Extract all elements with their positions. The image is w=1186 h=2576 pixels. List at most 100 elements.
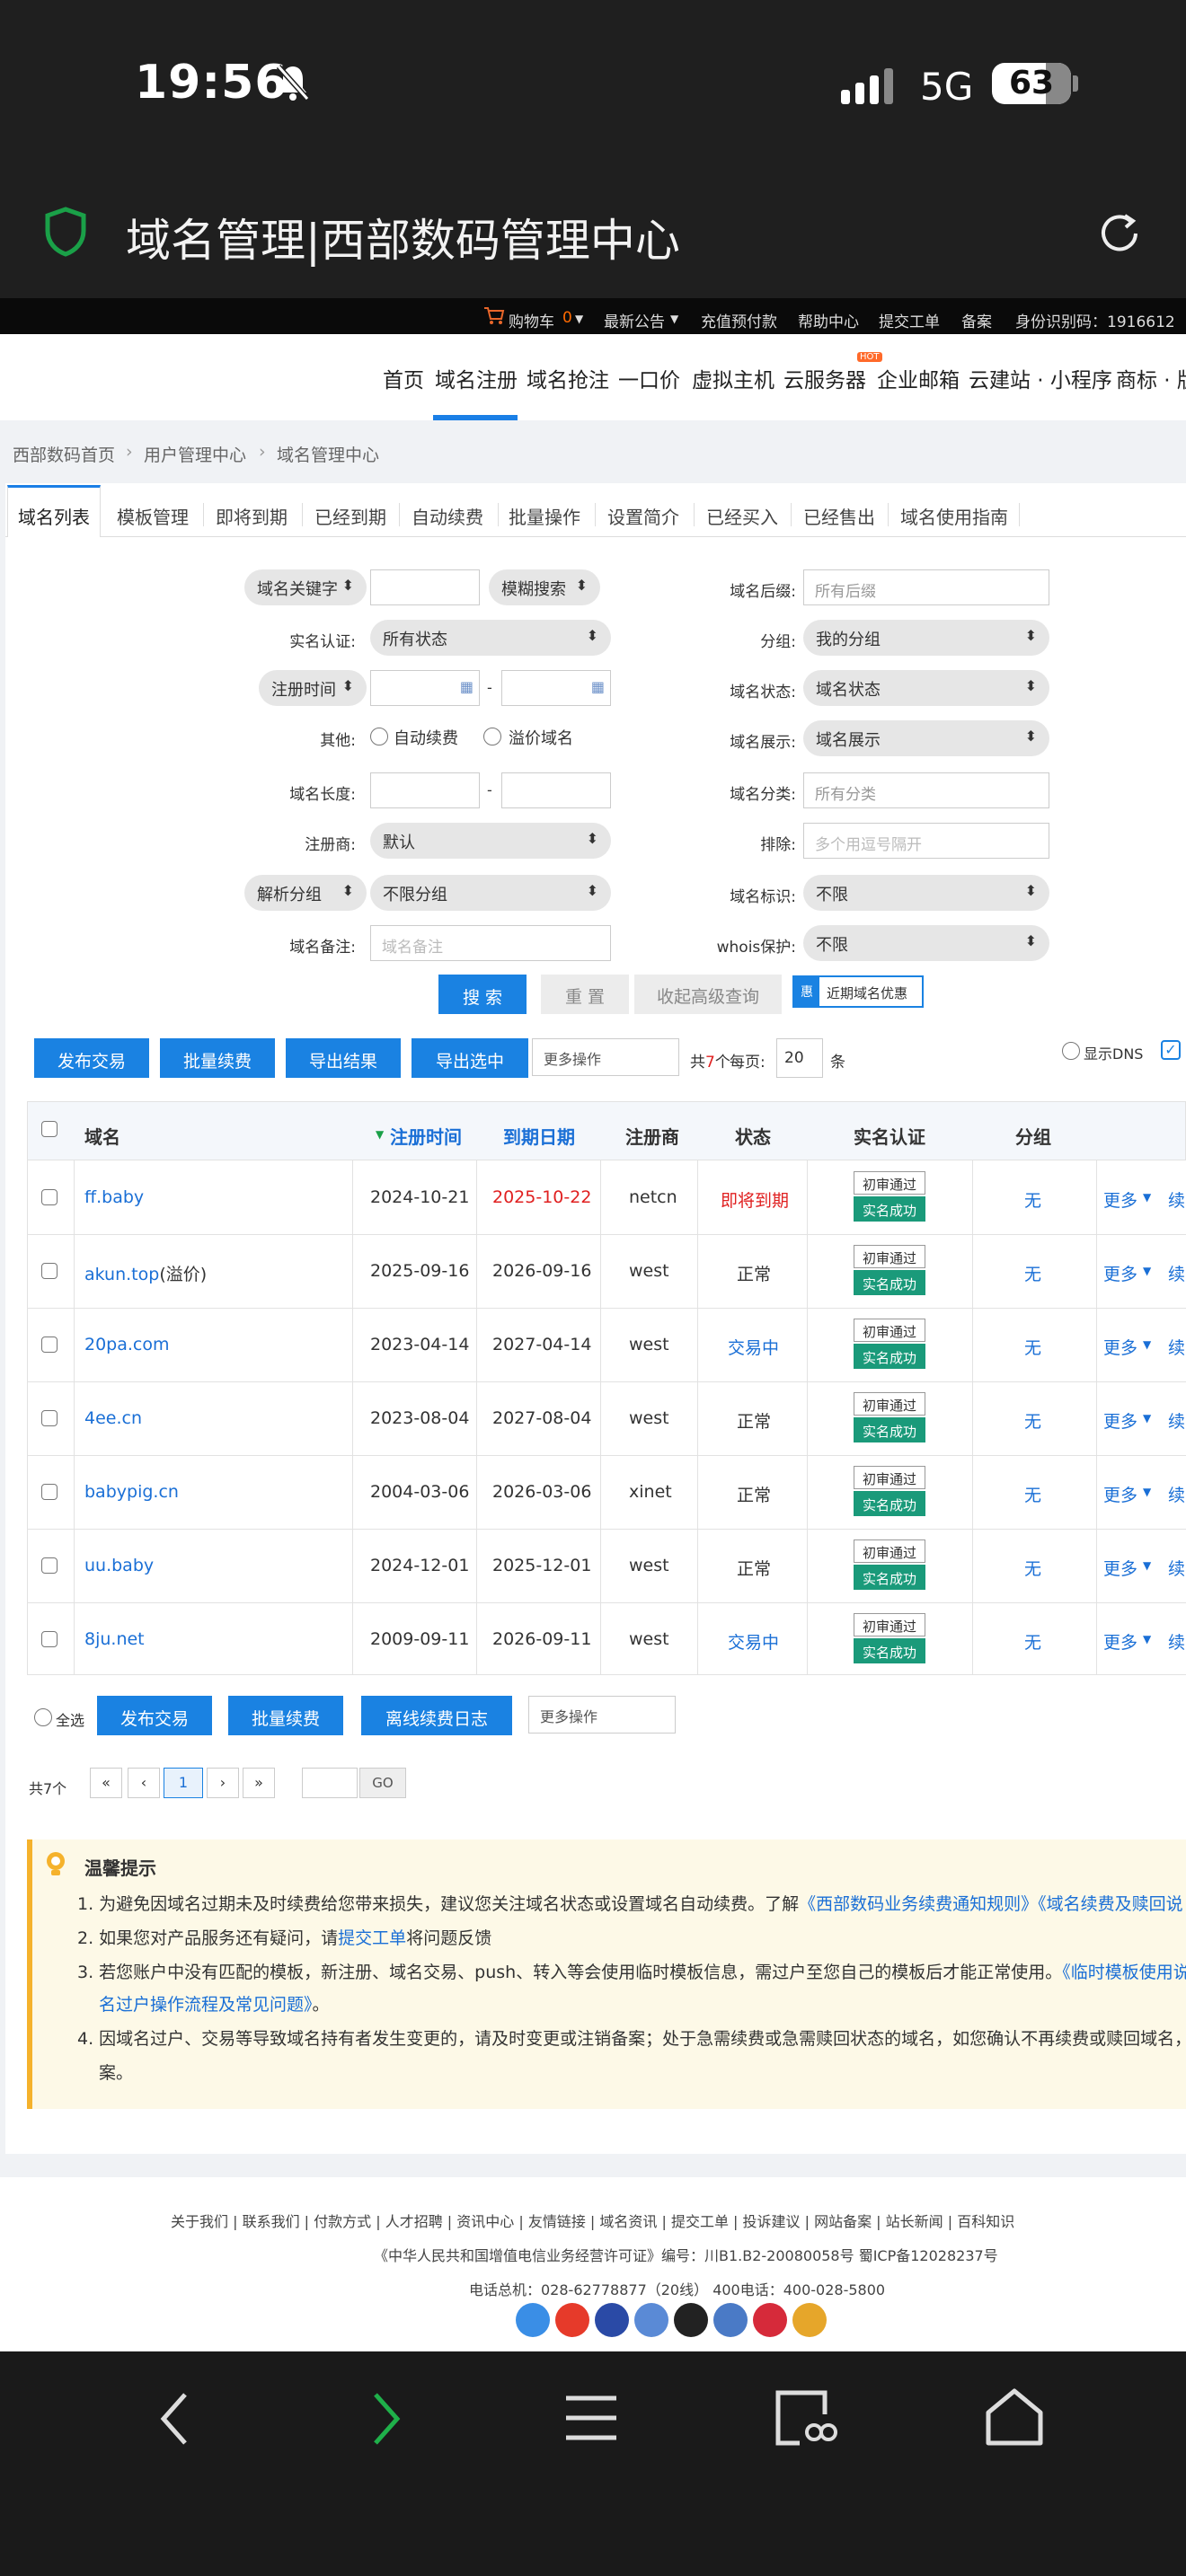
transfer-guide-link[interactable]: 名过户操作流程及常见问题》 [99,1995,313,2015]
tab-auto-renew[interactable]: 自动续费 [412,503,483,529]
tab-bought[interactable]: 已经买入 [706,503,778,529]
domain-link[interactable]: 4ee.cn [84,1408,142,1428]
whois-select[interactable]: 不限 ⬍ [803,925,1049,961]
date-from-input[interactable]: ▦ [370,670,480,706]
more-link[interactable]: 更多 [1103,1482,1137,1506]
home-icon[interactable] [983,2386,1046,2452]
suffix-input[interactable]: 所有后缀 [803,569,1049,605]
nav-cloud-server[interactable]: 云服务器 [783,363,866,393]
nav-enterprise-mail[interactable]: 企业邮箱 [877,363,960,393]
more-dropdown-icon[interactable]: ▼ [1143,1265,1151,1277]
forward-icon[interactable] [363,2389,408,2452]
more-ops-select[interactable]: 更多操作 [532,1038,679,1076]
group-value[interactable]: 无 [1024,1556,1041,1580]
domain-link[interactable]: babypig.cn [84,1482,179,1502]
group-value[interactable]: 无 [1024,1629,1041,1654]
sort-icon[interactable]: ▼ [376,1128,384,1141]
shield-badge-icon[interactable] [792,2303,827,2337]
renew-link[interactable]: 续 [1168,1408,1185,1433]
page-prev[interactable]: ‹ [128,1768,160,1798]
renew-link[interactable]: 续 [1168,1261,1185,1285]
announce-link[interactable]: 最新公告 [604,309,665,331]
registrar-select[interactable]: 默认 ⬍ [370,823,611,859]
fzp-badge-icon[interactable] [753,2303,787,2337]
domain-link[interactable]: 8ju.net [84,1629,145,1649]
time-type-select[interactable]: 注册时间 ⬍ [259,670,367,706]
status-select[interactable]: 域名状态 ⬍ [803,670,1049,706]
tab-expiring[interactable]: 即将到期 [216,503,288,529]
match-mode-select[interactable]: 模糊搜索 ⬍ [489,569,600,605]
cart-dropdown-icon[interactable]: ▼ [575,313,583,325]
tab-guide[interactable]: 域名使用指南 [900,503,1008,529]
tabs-icon[interactable] [773,2387,848,2452]
per-page-input[interactable]: 20 [776,1038,823,1078]
keyword-type-select[interactable]: 域名关键字 ⬍ [244,569,367,605]
tab-expired[interactable]: 已经到期 [314,503,386,529]
ticket-link[interactable]: 提交工单 [879,309,940,331]
tab-template[interactable]: 模板管理 [117,503,189,529]
nav-trademark[interactable]: 商标 · 版 [1116,363,1186,393]
collapse-query-button[interactable]: 收起高级查询 [634,975,782,1014]
row-checkbox[interactable] [41,1189,58,1205]
group-value[interactable]: 无 [1024,1261,1041,1285]
tab-batch-ops[interactable]: 批量操作 [509,503,580,529]
cyber-police-icon[interactable] [634,2303,668,2337]
more-link[interactable]: 更多 [1103,1335,1137,1359]
show-dns-checkbox[interactable] [1062,1042,1080,1060]
service-icon[interactable] [713,2303,748,2337]
network-police-icon[interactable] [595,2303,629,2337]
select-all-checkbox[interactable] [34,1708,52,1726]
calendar-icon[interactable]: ▦ [591,678,605,695]
page-first[interactable]: « [90,1768,122,1798]
resolve-group-select[interactable]: 不限分组 ⬍ [370,875,611,911]
nav-domain-register[interactable]: 域名注册 [435,363,518,393]
search-button[interactable]: 搜 索 [438,975,527,1014]
mark-select[interactable]: 不限 ⬍ [803,875,1049,911]
more-ops-select-bottom[interactable]: 更多操作 [528,1696,676,1734]
renew-link[interactable]: 续 [1168,1482,1185,1506]
menu-icon[interactable] [562,2391,620,2448]
batch-renew-button[interactable]: 批量续费 [160,1038,275,1078]
announce-dropdown-icon[interactable]: ▼ [670,313,678,325]
submit-ticket-link[interactable]: 提交工单 [338,1928,406,1948]
temp-template-link[interactable]: 《临时模板使用说 [1062,1963,1186,1982]
cart-link[interactable]: 购物车 [509,309,554,331]
help-link[interactable]: 帮助中心 [798,309,859,331]
publish-trade-button-bottom[interactable]: 发布交易 [97,1696,212,1735]
realname-select[interactable]: 所有状态 ⬍ [370,620,611,656]
penguin-icon[interactable] [674,2303,708,2337]
page-jump-input[interactable] [302,1768,358,1798]
keyword-input[interactable] [370,569,480,605]
renew-link[interactable]: 续 [1168,1187,1185,1212]
more-link[interactable]: 更多 [1103,1187,1137,1212]
row-checkbox[interactable] [41,1410,58,1426]
nav-virtual-host[interactable]: 虚拟主机 [692,363,774,393]
breadcrumb-home[interactable]: 西部数码首页 [13,442,115,466]
col-reg-time[interactable]: 注册时间 [390,1123,462,1149]
cart-icon[interactable] [483,305,505,329]
more-link[interactable]: 更多 [1103,1261,1137,1285]
nav-domain-snatch[interactable]: 域名抢注 [527,363,609,393]
premium-checkbox[interactable] [483,728,501,745]
more-link[interactable]: 更多 [1103,1408,1137,1433]
domain-link[interactable]: uu.baby [84,1556,154,1575]
length-min-input[interactable] [370,772,480,808]
group-value[interactable]: 无 [1024,1187,1041,1212]
row-checkbox[interactable] [41,1263,58,1279]
export-result-button[interactable]: 导出结果 [286,1038,401,1078]
promo-box[interactable]: 惠 近期域名优惠 [792,975,924,1008]
tab-settings-intro[interactable]: 设置简介 [607,503,679,529]
row-checkbox[interactable] [41,1337,58,1353]
select-all-header-checkbox[interactable] [41,1121,58,1137]
recharge-link[interactable]: 充值预付款 [701,309,777,331]
group-value[interactable]: 无 [1024,1408,1041,1433]
more-link[interactable]: 更多 [1103,1556,1137,1580]
note-input[interactable]: 域名备注 [370,925,611,961]
domain-link[interactable]: 20pa.com [84,1335,170,1354]
renew-link[interactable]: 续 [1168,1335,1185,1359]
publish-trade-button[interactable]: 发布交易 [34,1038,149,1078]
col-exp-date[interactable]: 到期日期 [503,1123,575,1149]
batch-renew-button-bottom[interactable]: 批量续费 [228,1696,343,1735]
renew-link[interactable]: 续 [1168,1556,1185,1580]
category-input[interactable]: 所有分类 [803,772,1049,808]
